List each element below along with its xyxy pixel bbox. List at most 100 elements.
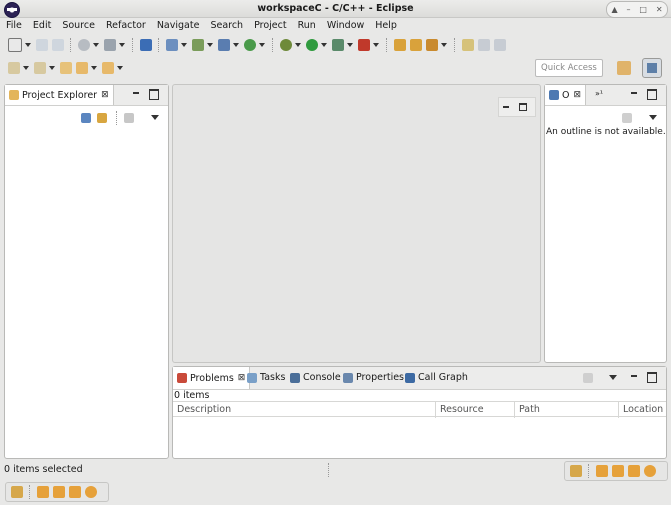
link-with-editor-icon[interactable] <box>97 113 107 123</box>
maximize-icon[interactable] <box>647 372 657 383</box>
tab-properties[interactable]: Properties <box>343 372 404 383</box>
more-views-chevron[interactable]: »¹ <box>595 89 603 98</box>
back-dropdown-icon[interactable] <box>91 66 97 70</box>
new-icon[interactable] <box>8 38 22 52</box>
tab-console[interactable]: Console <box>290 372 341 383</box>
previous-annotation-dropdown-icon[interactable] <box>49 66 55 70</box>
view-menu-chevron-down-icon[interactable] <box>609 375 617 380</box>
show-whitespace-icon[interactable] <box>478 39 490 51</box>
window-maximize-icon[interactable]: □ <box>639 5 647 14</box>
minimize-icon[interactable] <box>131 89 141 99</box>
make-target-trim-icon[interactable] <box>69 486 81 498</box>
menu-project[interactable]: Project <box>248 18 292 34</box>
project-explorer-trim-icon[interactable] <box>37 486 49 498</box>
editor-area[interactable] <box>172 84 541 363</box>
build-icon[interactable] <box>78 39 90 51</box>
profile-icon[interactable] <box>332 39 344 51</box>
help-trim-icon[interactable] <box>644 465 656 477</box>
run-dropdown-icon[interactable] <box>321 43 327 47</box>
build-dropdown-icon[interactable] <box>93 43 99 47</box>
tab-problems[interactable]: Problems ⊠ <box>173 367 251 389</box>
tab-outline[interactable]: O ⊠ <box>545 85 587 105</box>
menu-navigate[interactable]: Navigate <box>151 18 205 34</box>
view-menu-chevron-down-icon[interactable] <box>151 115 159 120</box>
pin-icon[interactable] <box>140 39 152 51</box>
open-element-icon[interactable] <box>410 39 422 51</box>
close-icon[interactable]: ⊠ <box>101 90 109 100</box>
menu-refactor[interactable]: Refactor <box>100 18 151 34</box>
new-folder-icon[interactable] <box>192 39 204 51</box>
last-edit-icon[interactable] <box>60 62 72 74</box>
restore-icon[interactable] <box>11 486 23 498</box>
new-class-icon[interactable] <box>218 39 230 51</box>
view-menu-hide-icon[interactable] <box>622 113 632 123</box>
close-icon[interactable]: ⊠ <box>573 90 581 100</box>
external-tools-icon[interactable] <box>358 39 370 51</box>
new-file-dropdown-icon[interactable] <box>259 43 265 47</box>
view-menu-hide-icon[interactable] <box>583 373 593 383</box>
column-location[interactable]: Location <box>619 402 666 418</box>
close-icon[interactable]: ⊠ <box>238 373 246 383</box>
view-menu-chevron-down-icon[interactable] <box>649 115 657 120</box>
new-dropdown-icon[interactable] <box>25 43 31 47</box>
hammer-icon[interactable] <box>104 39 116 51</box>
save-icon[interactable] <box>36 39 48 51</box>
window-up-icon[interactable]: ▲ <box>611 5 617 14</box>
tab-call-graph[interactable]: Call Graph <box>405 372 468 383</box>
column-description[interactable]: Description <box>173 402 436 418</box>
editor-maximize-icon[interactable] <box>519 103 527 111</box>
open-type-icon[interactable] <box>394 39 406 51</box>
paragraph-icon[interactable] <box>494 39 506 51</box>
quick-access-input[interactable]: Quick Access <box>535 59 603 77</box>
debug-dropdown-icon[interactable] <box>295 43 301 47</box>
tab-tasks[interactable]: Tasks <box>247 372 285 383</box>
menu-search[interactable]: Search <box>204 18 248 34</box>
minimize-icon[interactable] <box>629 372 639 382</box>
forward-dropdown-icon[interactable] <box>117 66 123 70</box>
navigator-trim-icon[interactable] <box>612 465 624 477</box>
make-target-trim-icon[interactable] <box>628 465 640 477</box>
c-cpp-perspective-button[interactable] <box>642 58 662 78</box>
new-file-icon[interactable] <box>244 39 256 51</box>
navigator-trim-icon[interactable] <box>53 486 65 498</box>
previous-annotation-icon[interactable] <box>34 62 46 74</box>
restore-icon[interactable] <box>570 465 582 477</box>
external-tools-dropdown-icon[interactable] <box>373 43 379 47</box>
menu-file[interactable]: File <box>0 18 27 34</box>
new-project-dropdown-icon[interactable] <box>181 43 187 47</box>
hammer-dropdown-icon[interactable] <box>119 43 125 47</box>
help-trim-icon[interactable] <box>85 486 97 498</box>
open-perspective-icon[interactable] <box>617 61 631 75</box>
new-c-project-icon[interactable] <box>166 39 178 51</box>
window-minimize-icon[interactable]: – <box>626 5 630 14</box>
forward-arrow-icon[interactable] <box>102 62 114 74</box>
new-class-dropdown-icon[interactable] <box>233 43 239 47</box>
project-explorer-trim-icon[interactable] <box>596 465 608 477</box>
search-dropdown-icon[interactable] <box>441 43 447 47</box>
editor-minimize-icon[interactable] <box>501 103 511 113</box>
back-arrow-icon[interactable] <box>76 62 88 74</box>
window-controls[interactable]: ▲ – □ ✕ <box>606 1 668 18</box>
column-resource[interactable]: Resource <box>436 402 515 418</box>
menu-run[interactable]: Run <box>292 18 321 34</box>
menu-edit[interactable]: Edit <box>27 18 56 34</box>
window-close-icon[interactable]: ✕ <box>656 5 663 14</box>
next-annotation-dropdown-icon[interactable] <box>23 66 29 70</box>
save-all-icon[interactable] <box>52 39 64 51</box>
debug-icon[interactable] <box>280 39 292 51</box>
view-menu-hide-icon[interactable] <box>124 113 134 123</box>
search-wand-icon[interactable] <box>426 39 438 51</box>
annotation-icon[interactable] <box>462 39 474 51</box>
menu-window[interactable]: Window <box>321 18 369 34</box>
next-annotation-icon[interactable] <box>8 62 20 74</box>
profile-dropdown-icon[interactable] <box>347 43 353 47</box>
tab-project-explorer[interactable]: Project Explorer ⊠ <box>5 85 114 105</box>
menu-source[interactable]: Source <box>56 18 100 34</box>
minimize-icon[interactable] <box>629 89 639 99</box>
column-path[interactable]: Path <box>515 402 619 418</box>
collapse-all-icon[interactable] <box>81 113 91 123</box>
run-icon[interactable] <box>306 39 318 51</box>
menu-help[interactable]: Help <box>369 18 402 34</box>
new-folder-dropdown-icon[interactable] <box>207 43 213 47</box>
maximize-icon[interactable] <box>647 89 657 100</box>
